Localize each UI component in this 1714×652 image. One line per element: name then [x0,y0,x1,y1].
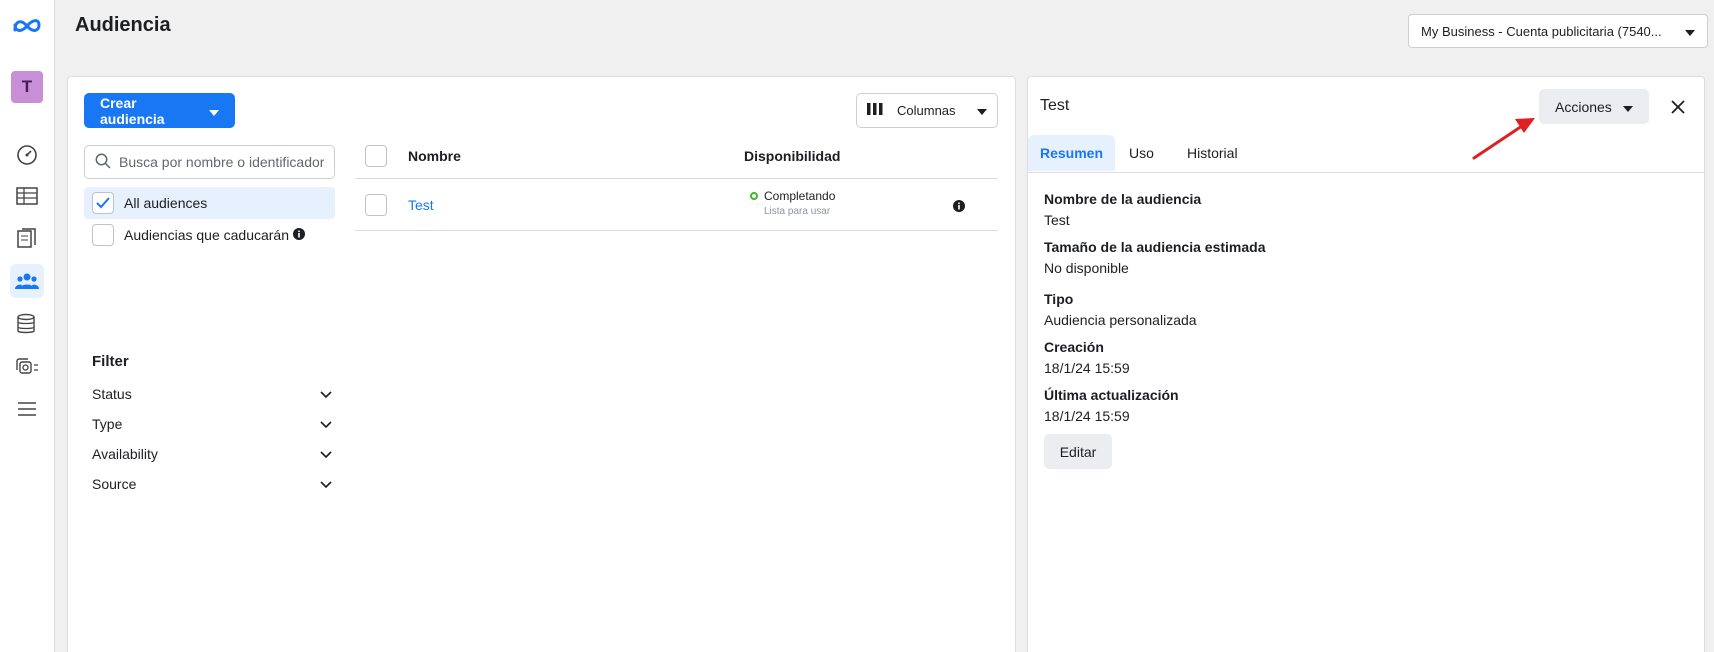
filter-status-label: Status [92,386,132,402]
filter-availability-label: Availability [92,446,158,462]
field-audience-size: Tamaño de la audiencia estimada No dispo… [1044,239,1265,276]
tab-historial[interactable]: Historial [1175,135,1250,171]
dashboard-icon[interactable] [10,138,44,172]
caret-down-icon [1623,99,1633,115]
column-header-name[interactable]: Nombre [408,148,461,164]
field-type: Tipo Audiencia personalizada [1044,291,1197,328]
account-selector[interactable]: My Business - Cuenta publicitaria (7540.… [1408,14,1708,48]
left-nav-rail: T [0,0,55,652]
field-value: Audiencia personalizada [1044,312,1197,328]
account-label: My Business - Cuenta publicitaria (7540.… [1421,23,1662,39]
tab-uso[interactable]: Uso [1117,135,1166,171]
availability-status: Completando Lista para usar [750,189,835,217]
columns-icon [867,103,883,118]
audience-list-panel: Crear audiencia Columnas All audiences A… [67,76,1016,652]
page-title: Audiencia [75,14,171,36]
info-icon[interactable] [293,227,306,243]
field-updated: Última actualización 18/1/24 15:59 [1044,387,1179,424]
detail-title: Test [1040,97,1070,114]
expiring-audiences-label: Audiencias que caducarán [124,227,290,243]
expiring-audiences-option[interactable]: Audiencias que caducarán [84,219,335,251]
catalog-icon[interactable] [10,307,44,341]
column-header-availability[interactable]: Disponibilidad [744,148,840,164]
all-audiences-checkbox[interactable] [92,192,114,214]
status-dot-icon [750,192,758,200]
field-label: Tipo [1044,291,1074,307]
detail-tabs: Resumen Uso Historial [1028,135,1705,173]
pages-icon[interactable] [10,222,44,256]
field-label: Creación [1044,339,1104,355]
tab-resumen[interactable]: Resumen [1028,135,1116,171]
table-icon[interactable] [10,179,44,213]
filter-status[interactable]: Status [92,383,332,405]
field-label: Tamaño de la audiencia estimada [1044,239,1266,255]
chevron-down-icon [320,476,332,492]
expiring-audiences-checkbox[interactable] [92,224,114,246]
edit-button[interactable]: Editar [1044,434,1112,469]
meta-logo-icon[interactable] [10,9,44,43]
field-created: Creación 18/1/24 15:59 [1044,339,1130,376]
search-box [84,145,335,179]
chevron-down-icon [320,416,332,432]
filter-source[interactable]: Source [92,473,332,495]
close-icon[interactable] [1668,97,1688,117]
menu-icon[interactable] [10,392,44,426]
search-input[interactable] [119,154,324,170]
filter-heading: Filter [92,353,129,370]
row-checkbox[interactable] [365,193,387,216]
field-label: Nombre de la audiencia [1044,191,1202,207]
chevron-down-icon [320,386,332,402]
avatar-letter: T [21,77,33,96]
caret-down-icon [1685,24,1695,39]
actions-button[interactable]: Acciones [1539,89,1649,124]
caret-down-icon [209,103,219,119]
filter-availability[interactable]: Availability [92,443,332,465]
audience-name-link[interactable]: Test [408,197,434,213]
actions-label: Acciones [1555,98,1612,115]
create-audience-button[interactable]: Crear audiencia [84,93,235,128]
table-header: Nombre Disponibilidad [355,133,998,179]
columns-label: Columnas [897,103,956,118]
all-audiences-label: All audiences [124,195,208,211]
info-icon[interactable] [953,199,965,215]
audience-detail-panel: Test Acciones Resumen Uso Historial Nomb… [1027,76,1705,652]
field-audience-name: Nombre de la audiencia Test [1044,191,1201,228]
caret-down-icon [977,103,987,118]
filter-type-label: Type [92,416,123,432]
field-value: Test [1044,212,1070,228]
select-all-checkbox[interactable] [365,144,387,167]
field-value: 18/1/24 15:59 [1044,360,1130,376]
all-audiences-option[interactable]: All audiences [84,187,335,219]
audience-table: Nombre Disponibilidad Test Completando L… [355,133,998,231]
field-label: Última actualización [1044,387,1179,403]
create-audience-label: Crear audiencia [100,94,165,127]
filter-type[interactable]: Type [92,413,332,435]
filter-source-label: Source [92,476,137,492]
columns-button[interactable]: Columnas [856,93,998,128]
field-value: No disponible [1044,260,1129,276]
audiences-icon[interactable] [10,264,44,298]
status-subtext: Lista para usar [764,206,831,217]
account-avatar[interactable]: T [11,71,43,103]
search-icon [95,153,111,172]
field-value: 18/1/24 15:59 [1044,408,1130,424]
chevron-down-icon [320,446,332,462]
media-icon[interactable] [10,350,44,384]
status-text: Completando [764,189,836,203]
table-row[interactable]: Test Completando Lista para usar [355,179,998,231]
